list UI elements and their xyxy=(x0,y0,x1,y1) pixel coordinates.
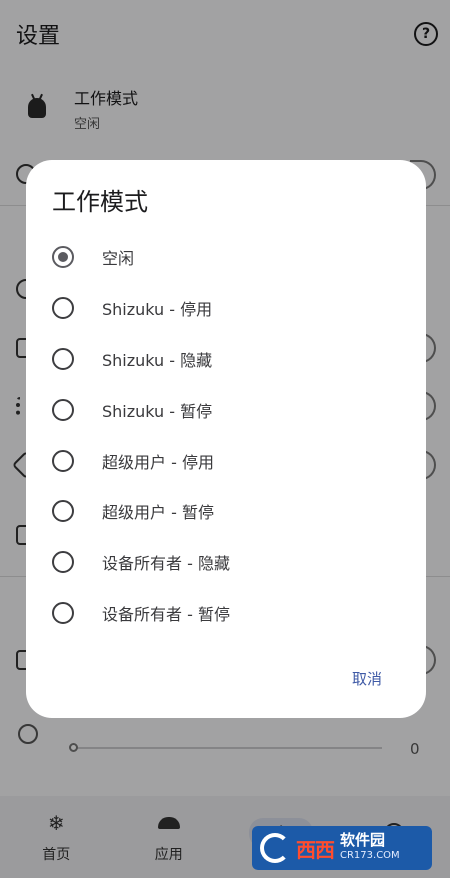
radio-button[interactable] xyxy=(52,601,74,624)
option-label: 超级用户 - 暂停 xyxy=(102,503,214,523)
watermark-text: 软件园 xyxy=(340,831,386,849)
watermark-url: CR173.COM xyxy=(340,850,400,861)
cancel-button[interactable]: 取消 xyxy=(352,668,382,689)
radio-button[interactable] xyxy=(52,246,74,269)
radio-button[interactable] xyxy=(52,398,74,421)
option-list: 空闲 Shizuku - 停用 Shizuku - 隐藏 Shizuku - 暂… xyxy=(26,232,426,638)
option-shizuku-disable[interactable]: Shizuku - 停用 xyxy=(26,283,426,334)
radio-button[interactable] xyxy=(52,347,74,370)
option-label: Shizuku - 暂停 xyxy=(102,401,213,421)
option-shizuku-hide[interactable]: Shizuku - 隐藏 xyxy=(26,334,426,385)
radio-button[interactable] xyxy=(52,297,74,320)
option-label: 设备所有者 - 暂停 xyxy=(102,604,230,624)
option-label: 超级用户 - 停用 xyxy=(102,452,214,472)
radio-button[interactable] xyxy=(52,500,74,523)
dialog-title: 工作模式 xyxy=(52,188,148,216)
option-label: Shizuku - 隐藏 xyxy=(102,350,213,370)
option-label: 空闲 xyxy=(102,249,135,269)
option-owner-hide[interactable]: 设备所有者 - 隐藏 xyxy=(26,537,426,588)
watermark-logo: 西西 软件园 CR173.COM xyxy=(252,826,432,870)
option-owner-suspend[interactable]: 设备所有者 - 暂停 xyxy=(26,588,426,639)
option-label: 设备所有者 - 隐藏 xyxy=(102,554,230,574)
logo-icon xyxy=(260,833,290,863)
option-idle[interactable]: 空闲 xyxy=(26,232,426,283)
option-label: Shizuku - 停用 xyxy=(102,300,213,320)
radio-button[interactable] xyxy=(52,551,74,574)
option-shizuku-suspend[interactable]: Shizuku - 暂停 xyxy=(26,384,426,435)
work-mode-dialog: 工作模式 空闲 Shizuku - 停用 Shizuku - 隐藏 Shizuk… xyxy=(26,160,426,718)
option-root-suspend[interactable]: 超级用户 - 暂停 xyxy=(26,486,426,537)
watermark-brand: 西西 xyxy=(296,837,335,862)
radio-button[interactable] xyxy=(52,449,74,472)
option-root-disable[interactable]: 超级用户 - 停用 xyxy=(26,435,426,486)
